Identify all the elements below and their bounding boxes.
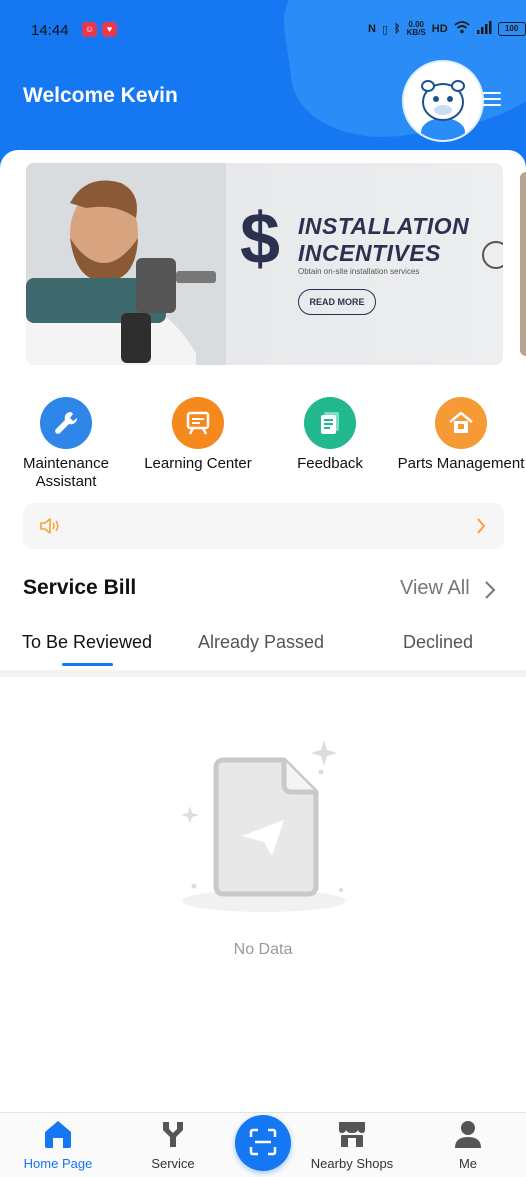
section-divider <box>0 670 526 677</box>
tab-declined[interactable]: Declined <box>403 632 473 653</box>
signal-icon <box>476 21 492 37</box>
banner-subtitle: Obtain on-site installation services <box>298 267 420 276</box>
nav-label: Me <box>458 1156 478 1171</box>
nav-label: Service <box>151 1156 195 1171</box>
wifi-icon <box>454 21 470 37</box>
quick-action-label: Learning Center <box>144 455 252 472</box>
quick-action-parts-management[interactable]: Parts Management <box>396 397 526 473</box>
home-icon <box>41 1121 75 1153</box>
shop-icon <box>336 1122 368 1153</box>
document-icon <box>304 397 356 449</box>
hd-icon: HD <box>431 23 448 35</box>
nav-label: Nearby Shops <box>310 1156 394 1171</box>
read-more-button[interactable]: READ MORE <box>298 289 376 315</box>
empty-state-illustration <box>176 738 356 923</box>
quick-action-learning-center[interactable]: Learning Center <box>133 397 263 473</box>
nav-nearby-shops[interactable]: Nearby Shops <box>300 1119 404 1171</box>
nav-home[interactable]: Home Page <box>6 1119 110 1171</box>
board-icon <box>172 397 224 449</box>
quick-action-label: Maintenance Assistant <box>23 455 109 490</box>
worker-with-drill-image <box>26 163 226 365</box>
person-icon <box>453 1121 483 1153</box>
status-time: 14:44 <box>31 22 69 39</box>
chevron-right-icon[interactable] <box>484 580 496 605</box>
tab-to-be-reviewed[interactable]: To Be Reviewed <box>22 632 152 653</box>
promo-banner[interactable]: $ INSTALLATION INCENTIVES Obtain on-site… <box>26 163 503 365</box>
scan-icon <box>249 1128 277 1159</box>
empty-state-text: No Data <box>233 941 293 958</box>
tab-already-passed[interactable]: Already Passed <box>198 632 324 653</box>
active-tab-indicator <box>62 663 113 666</box>
banner-title: INSTALLATION INCENTIVES <box>298 213 470 266</box>
status-bar: 14:44 ☺ ♥ N ▯ ᛒ 0.00 KB/S HD 100 <box>0 0 526 62</box>
house-icon <box>435 397 487 449</box>
scan-button[interactable] <box>235 1115 291 1171</box>
quick-action-maintenance-assistant[interactable]: Maintenance Assistant <box>1 397 131 491</box>
bluetooth-icon: ᛒ <box>394 23 401 35</box>
dollar-icon: $ <box>240 199 281 279</box>
quick-action-label: Feedback <box>297 455 363 472</box>
net-speed: 0.00 KB/S <box>406 20 426 37</box>
tool-icon <box>482 241 503 269</box>
avatar[interactable] <box>402 60 484 142</box>
service-icon <box>158 1122 188 1153</box>
quick-action-feedback[interactable]: Feedback <box>265 397 395 473</box>
welcome-title: Welcome Kevin <box>23 84 178 107</box>
view-all-link[interactable]: View All <box>400 577 470 600</box>
menu-icon[interactable] <box>483 92 501 106</box>
battery-icon: 100 <box>497 22 526 36</box>
next-banner-peek[interactable] <box>520 172 526 356</box>
chevron-right-icon[interactable] <box>476 517 486 540</box>
notice-bar[interactable] <box>23 503 504 549</box>
nav-service[interactable]: Service <box>121 1119 225 1171</box>
app-notification-icon: ☺ <box>82 22 97 37</box>
nav-label: Home Page <box>23 1156 93 1171</box>
service-bill-title: Service Bill <box>23 576 137 599</box>
speaker-icon <box>39 516 61 541</box>
nav-me[interactable]: Me <box>416 1119 520 1171</box>
wrench-icon <box>40 397 92 449</box>
nfc-icon: N <box>368 23 376 35</box>
system-icons: N ▯ ᛒ 0.00 KB/S HD 100 <box>368 21 526 37</box>
vibrate-icon: ▯ <box>381 23 389 36</box>
quick-action-label: Parts Management <box>397 455 525 472</box>
notification-icons: ☺ ♥ <box>82 22 117 37</box>
app-notification-icon: ♥ <box>102 22 117 37</box>
